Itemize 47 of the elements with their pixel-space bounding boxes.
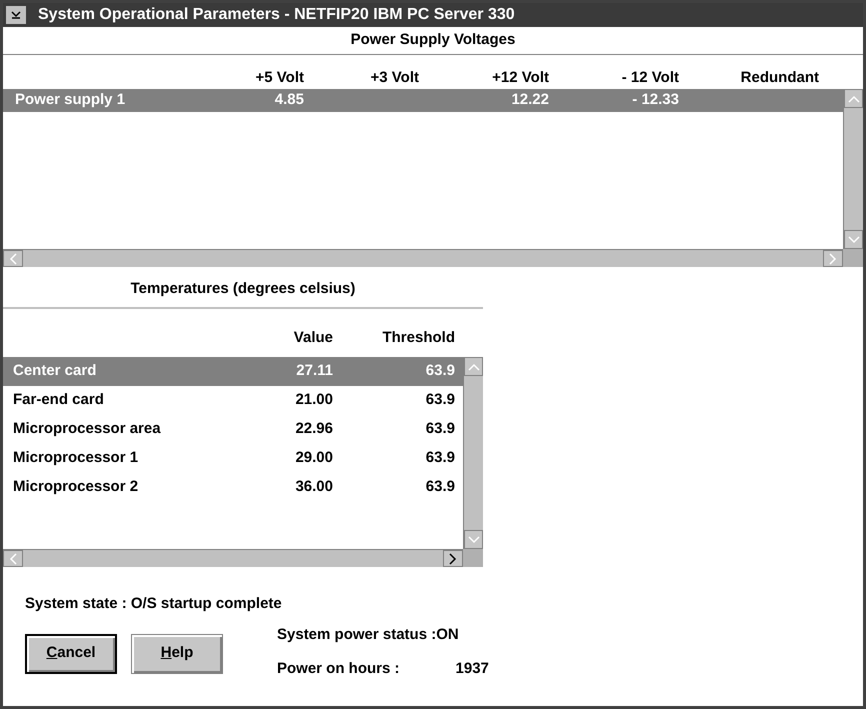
power-hours-label: Power on hours : bbox=[277, 659, 400, 679]
dialog-button[interactable]: Help bbox=[131, 634, 223, 674]
table-row[interactable]: Far-end card 21.00 63.9 bbox=[3, 386, 463, 415]
section-title: Power Supply Voltages bbox=[350, 30, 516, 50]
power-hours-value: 1937 bbox=[456, 659, 489, 679]
dialog-button[interactable]: Cancel bbox=[25, 634, 117, 674]
table-cell-text: Microprocessor 2 bbox=[12, 477, 140, 498]
scroll-up-button[interactable] bbox=[844, 89, 863, 108]
table-row[interactable]: Microprocessor 2 36.00 63.9 bbox=[3, 473, 463, 502]
column-header: Threshold bbox=[381, 328, 455, 348]
table-cell-text: 36.00 bbox=[294, 477, 333, 498]
scrollbar-corner bbox=[843, 249, 863, 267]
table-cell-text: Microprocessor 1 bbox=[12, 448, 140, 468]
scroll-up-button[interactable] bbox=[464, 357, 483, 376]
power-status-text: System power status :ON bbox=[277, 624, 460, 644]
table-cell-text: 63.9 bbox=[424, 390, 455, 410]
table-row[interactable]: Power supply 1 4.85 12.22 - 12.33 bbox=[3, 89, 843, 112]
scroll-down-button[interactable] bbox=[464, 530, 483, 549]
table-cell-text: 22.96 bbox=[294, 419, 333, 440]
table-row[interactable]: Microprocessor 1 29.00 63.9 bbox=[3, 444, 463, 473]
table-cell-text: 63.9 bbox=[424, 419, 455, 440]
table-cell-text: 63.9 bbox=[424, 477, 455, 498]
table-cell-text: 21.00 bbox=[294, 390, 333, 410]
table-cell-text: Center card bbox=[12, 361, 98, 382]
section-title: Temperatures (degrees celsius) bbox=[130, 278, 356, 299]
table-row[interactable]: Center card 27.11 63.9 bbox=[3, 357, 463, 386]
window-title: System Operational Parameters - NETFIP20 IBM PC Server 330 bbox=[38, 5, 515, 25]
horizontal-scrollbar[interactable] bbox=[3, 249, 843, 267]
table-cell-text: 27.11 bbox=[295, 361, 333, 382]
column-header: Value bbox=[292, 328, 333, 348]
horizontal-scrollbar[interactable] bbox=[3, 549, 463, 567]
table-cell-text: Microprocessor area bbox=[12, 419, 162, 440]
table-cell-text: Far-end card bbox=[12, 390, 105, 410]
table-row[interactable]: Microprocessor area 22.96 63.9 bbox=[3, 415, 463, 444]
scrollbar-corner bbox=[463, 549, 483, 567]
scroll-right-button[interactable] bbox=[443, 550, 463, 567]
scroll-down-button[interactable] bbox=[844, 230, 863, 249]
system-menu-button[interactable] bbox=[6, 6, 26, 24]
table-cell-text: 29.00 bbox=[294, 448, 333, 468]
scroll-left-button[interactable] bbox=[3, 550, 23, 567]
system-state-text: System state : O/S startup complete bbox=[25, 594, 283, 614]
vertical-scrollbar[interactable] bbox=[843, 89, 863, 249]
scroll-left-button[interactable] bbox=[3, 250, 23, 267]
vertical-scrollbar[interactable] bbox=[463, 357, 483, 549]
table-cell-text: 63.9 bbox=[424, 448, 455, 468]
table-cell-text: 63.9 bbox=[424, 361, 455, 382]
table-cell-text: Power supply 1 bbox=[14, 90, 126, 110]
